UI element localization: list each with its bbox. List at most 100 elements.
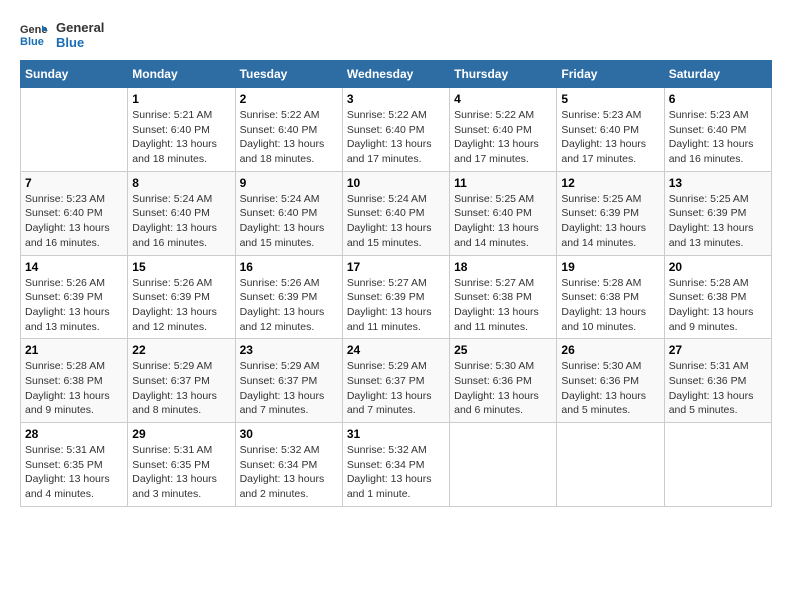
day-number: 12 [561, 176, 659, 190]
day-number: 29 [132, 427, 230, 441]
day-detail: Sunrise: 5:27 AM Sunset: 6:39 PM Dayligh… [347, 276, 445, 335]
calendar-week-1: 1Sunrise: 5:21 AM Sunset: 6:40 PM Daylig… [21, 88, 772, 172]
day-detail: Sunrise: 5:25 AM Sunset: 6:39 PM Dayligh… [669, 192, 767, 251]
calendar-cell: 22 Sunrise: 5:29 AM Sunset: 6:37 PM Dayli… [128, 339, 235, 423]
day-number: 28 [25, 427, 123, 441]
day-number: 22 [132, 343, 230, 357]
day-detail: Sunrise: 5:29 AM Sunset: 6:37 PM Dayligh… [132, 359, 230, 418]
day-number: 13 [669, 176, 767, 190]
day-number: 26 [561, 343, 659, 357]
weekday-header-row: SundayMondayTuesdayWednesdayThursdayFrid… [21, 61, 772, 88]
calendar-cell: 17 Sunrise: 5:27 AM Sunset: 6:39 PM Dayli… [342, 255, 449, 339]
day-detail: Sunrise: 5:31 AM Sunset: 6:35 PM Dayligh… [25, 443, 123, 502]
day-detail: Sunrise: 5:26 AM Sunset: 6:39 PM Dayligh… [132, 276, 230, 335]
day-detail: Sunrise: 5:32 AM Sunset: 6:34 PM Dayligh… [347, 443, 445, 502]
day-number: 21 [25, 343, 123, 357]
day-number: 17 [347, 260, 445, 274]
day-detail: Sunrise: 5:27 AM Sunset: 6:38 PM Dayligh… [454, 276, 552, 335]
day-number: 23 [240, 343, 338, 357]
day-detail: Sunrise: 5:24 AM Sunset: 6:40 PM Dayligh… [132, 192, 230, 251]
calendar-cell: 24 Sunrise: 5:29 AM Sunset: 6:37 PM Dayli… [342, 339, 449, 423]
day-number: 5 [561, 92, 659, 106]
day-detail: Sunrise: 5:28 AM Sunset: 6:38 PM Dayligh… [561, 276, 659, 335]
day-detail: Sunrise: 5:30 AM Sunset: 6:36 PM Dayligh… [454, 359, 552, 418]
calendar-cell: 27Sunrise: 5:31 AM Sunset: 6:36 PM Dayli… [664, 339, 771, 423]
calendar-cell: 2 Sunrise: 5:22 AM Sunset: 6:40 PM Daylig… [235, 88, 342, 172]
day-number: 9 [240, 176, 338, 190]
calendar-cell: 28 Sunrise: 5:31 AM Sunset: 6:35 PM Dayli… [21, 423, 128, 507]
calendar-cell: 6Sunrise: 5:23 AM Sunset: 6:40 PM Daylig… [664, 88, 771, 172]
day-detail: Sunrise: 5:25 AM Sunset: 6:40 PM Dayligh… [454, 192, 552, 251]
day-number: 11 [454, 176, 552, 190]
day-detail: Sunrise: 5:24 AM Sunset: 6:40 PM Dayligh… [347, 192, 445, 251]
day-number: 20 [669, 260, 767, 274]
calendar-cell: 12Sunrise: 5:25 AM Sunset: 6:39 PM Dayli… [557, 171, 664, 255]
calendar-cell: 26 Sunrise: 5:30 AM Sunset: 6:36 PM Dayli… [557, 339, 664, 423]
calendar-cell: 20 Sunrise: 5:28 AM Sunset: 6:38 PM Dayli… [664, 255, 771, 339]
calendar-cell: 9 Sunrise: 5:24 AM Sunset: 6:40 PM Daylig… [235, 171, 342, 255]
calendar-week-5: 28 Sunrise: 5:31 AM Sunset: 6:35 PM Dayli… [21, 423, 772, 507]
day-number: 8 [132, 176, 230, 190]
day-number: 10 [347, 176, 445, 190]
calendar-cell [557, 423, 664, 507]
day-number: 31 [347, 427, 445, 441]
weekday-tuesday: Tuesday [235, 61, 342, 88]
day-number: 14 [25, 260, 123, 274]
day-number: 16 [240, 260, 338, 274]
day-detail: Sunrise: 5:22 AM Sunset: 6:40 PM Dayligh… [454, 108, 552, 167]
calendar-week-3: 14 Sunrise: 5:26 AM Sunset: 6:39 PM Dayli… [21, 255, 772, 339]
calendar-cell: 15 Sunrise: 5:26 AM Sunset: 6:39 PM Dayli… [128, 255, 235, 339]
calendar-cell: 11 Sunrise: 5:25 AM Sunset: 6:40 PM Dayli… [450, 171, 557, 255]
day-detail: Sunrise: 5:29 AM Sunset: 6:37 PM Dayligh… [240, 359, 338, 418]
day-number: 25 [454, 343, 552, 357]
weekday-sunday: Sunday [21, 61, 128, 88]
calendar-cell: 5Sunrise: 5:23 AM Sunset: 6:40 PM Daylig… [557, 88, 664, 172]
day-number: 4 [454, 92, 552, 106]
calendar-cell: 25 Sunrise: 5:30 AM Sunset: 6:36 PM Dayli… [450, 339, 557, 423]
day-number: 2 [240, 92, 338, 106]
weekday-friday: Friday [557, 61, 664, 88]
calendar-week-2: 7Sunrise: 5:23 AM Sunset: 6:40 PM Daylig… [21, 171, 772, 255]
calendar-header: SundayMondayTuesdayWednesdayThursdayFrid… [21, 61, 772, 88]
calendar-cell: 31 Sunrise: 5:32 AM Sunset: 6:34 PM Dayli… [342, 423, 449, 507]
day-detail: Sunrise: 5:31 AM Sunset: 6:35 PM Dayligh… [132, 443, 230, 502]
day-number: 6 [669, 92, 767, 106]
weekday-wednesday: Wednesday [342, 61, 449, 88]
calendar-cell: 21 Sunrise: 5:28 AM Sunset: 6:38 PM Dayli… [21, 339, 128, 423]
day-detail: Sunrise: 5:22 AM Sunset: 6:40 PM Dayligh… [347, 108, 445, 167]
day-detail: Sunrise: 5:29 AM Sunset: 6:37 PM Dayligh… [347, 359, 445, 418]
day-number: 1 [132, 92, 230, 106]
day-detail: Sunrise: 5:23 AM Sunset: 6:40 PM Dayligh… [25, 192, 123, 251]
calendar-body: 1Sunrise: 5:21 AM Sunset: 6:40 PM Daylig… [21, 88, 772, 507]
calendar-cell: 19 Sunrise: 5:28 AM Sunset: 6:38 PM Dayli… [557, 255, 664, 339]
day-detail: Sunrise: 5:30 AM Sunset: 6:36 PM Dayligh… [561, 359, 659, 418]
day-detail: Sunrise: 5:28 AM Sunset: 6:38 PM Dayligh… [669, 276, 767, 335]
calendar-cell: 1Sunrise: 5:21 AM Sunset: 6:40 PM Daylig… [128, 88, 235, 172]
day-detail: Sunrise: 5:24 AM Sunset: 6:40 PM Dayligh… [240, 192, 338, 251]
logo-line2: Blue [56, 35, 104, 50]
day-number: 18 [454, 260, 552, 274]
calendar-cell: 29 Sunrise: 5:31 AM Sunset: 6:35 PM Dayli… [128, 423, 235, 507]
calendar-cell: 13 Sunrise: 5:25 AM Sunset: 6:39 PM Dayli… [664, 171, 771, 255]
day-detail: Sunrise: 5:26 AM Sunset: 6:39 PM Dayligh… [240, 276, 338, 335]
calendar-cell: 16 Sunrise: 5:26 AM Sunset: 6:39 PM Dayli… [235, 255, 342, 339]
day-number: 27 [669, 343, 767, 357]
logo-icon: General Blue [20, 21, 48, 49]
day-number: 19 [561, 260, 659, 274]
calendar-cell: 30Sunrise: 5:32 AM Sunset: 6:34 PM Dayli… [235, 423, 342, 507]
calendar-week-4: 21 Sunrise: 5:28 AM Sunset: 6:38 PM Dayli… [21, 339, 772, 423]
page-header: General Blue General Blue [20, 20, 772, 50]
weekday-monday: Monday [128, 61, 235, 88]
day-detail: Sunrise: 5:22 AM Sunset: 6:40 PM Dayligh… [240, 108, 338, 167]
calendar-cell: 18 Sunrise: 5:27 AM Sunset: 6:38 PM Dayli… [450, 255, 557, 339]
svg-text:Blue: Blue [20, 36, 44, 48]
calendar-cell: 8 Sunrise: 5:24 AM Sunset: 6:40 PM Daylig… [128, 171, 235, 255]
calendar-cell: 23 Sunrise: 5:29 AM Sunset: 6:37 PM Dayli… [235, 339, 342, 423]
day-number: 24 [347, 343, 445, 357]
day-number: 15 [132, 260, 230, 274]
logo-line1: General [56, 20, 104, 35]
day-number: 30 [240, 427, 338, 441]
day-detail: Sunrise: 5:26 AM Sunset: 6:39 PM Dayligh… [25, 276, 123, 335]
calendar-cell [664, 423, 771, 507]
day-detail: Sunrise: 5:28 AM Sunset: 6:38 PM Dayligh… [25, 359, 123, 418]
